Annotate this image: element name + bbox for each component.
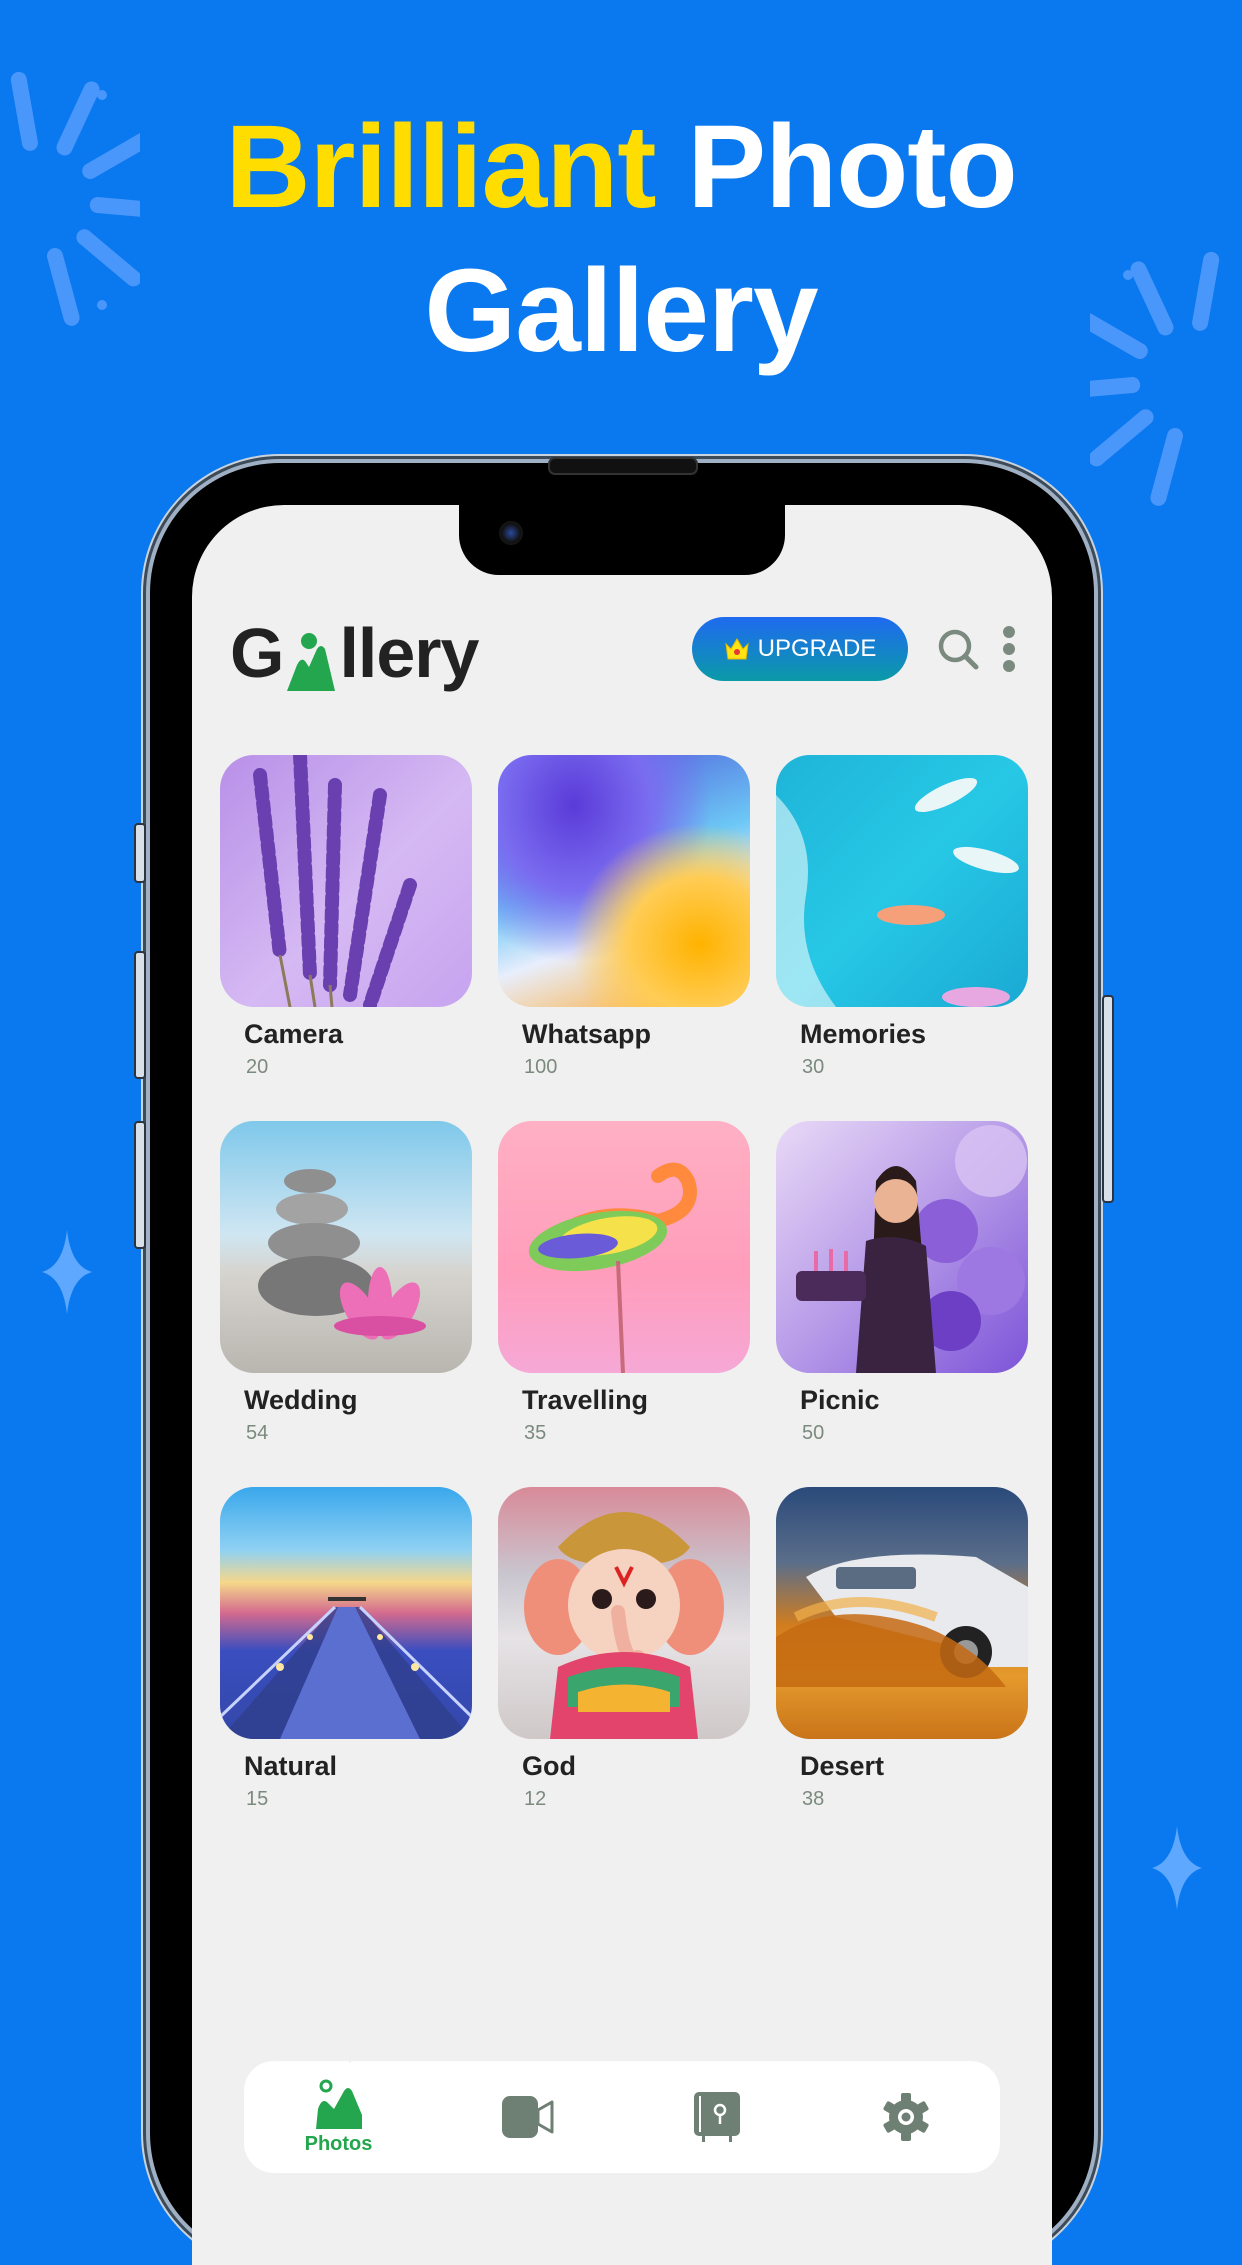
album-thumbnail — [776, 1487, 1028, 1739]
album-card[interactable]: Whatsapp 100 — [498, 755, 750, 1121]
album-name: God — [522, 1751, 576, 1781]
sparkle-decoration — [42, 1230, 92, 1314]
app-logo: G llery — [230, 613, 479, 693]
bottom-navigation: Photos — [244, 2047, 1000, 2173]
logo-prefix: G — [230, 614, 284, 692]
album-count: 35 — [524, 1422, 547, 1444]
nav-tab-videos[interactable] — [468, 2067, 588, 2167]
album-thumbnail — [498, 755, 750, 1007]
mute-switch — [134, 823, 146, 883]
album-card[interactable]: Natural 15 — [220, 1487, 472, 1853]
upgrade-label: UPGRADE — [757, 635, 877, 662]
photos-icon — [315, 2079, 362, 2129]
promo-headline: Brilliant Photo Gallery — [0, 95, 1242, 383]
album-count: 15 — [246, 1788, 269, 1810]
vault-icon — [693, 2092, 740, 2142]
volume-up-button — [134, 951, 146, 1079]
album-card[interactable]: Desert 38 — [776, 1487, 1028, 1853]
nav-label: Photos — [304, 2132, 373, 2155]
album-count: 50 — [802, 1422, 825, 1444]
nav-tab-settings[interactable] — [846, 2067, 966, 2167]
headline-highlight: Brilliant — [225, 101, 656, 233]
search-icon[interactable] — [936, 627, 980, 671]
album-thumbnail — [220, 1487, 472, 1739]
album-thumbnail — [220, 1121, 472, 1373]
album-card[interactable]: Travelling 35 — [498, 1121, 750, 1487]
album-count: 54 — [246, 1422, 269, 1444]
album-card[interactable]: Memories 30 — [776, 755, 1028, 1121]
album-name: Picnic — [800, 1385, 880, 1415]
album-count: 38 — [802, 1788, 825, 1810]
logo-suffix: llery — [339, 614, 479, 692]
notch — [459, 505, 785, 575]
upgrade-button[interactable]: UPGRADE — [692, 617, 908, 681]
album-thumbnail — [776, 1121, 1028, 1373]
nav-tab-photos[interactable]: Photos — [279, 2067, 399, 2167]
album-count: 100 — [524, 1056, 558, 1078]
album-card[interactable]: Wedding 54 — [220, 1121, 472, 1487]
album-count: 20 — [246, 1056, 269, 1078]
sparkle-decoration — [1152, 1826, 1202, 1910]
more-vertical-icon[interactable] — [1002, 625, 1016, 673]
video-icon — [501, 2096, 553, 2138]
album-name: Natural — [244, 1751, 338, 1781]
volume-down-button — [134, 1121, 146, 1249]
album-name: Camera — [244, 1019, 344, 1049]
album-thumbnail — [776, 755, 1028, 1007]
album-thumbnail — [220, 755, 472, 1007]
nav-tab-vault[interactable] — [657, 2067, 777, 2167]
settings-icon — [882, 2093, 929, 2141]
album-card[interactable]: Picnic 50 — [776, 1121, 1028, 1487]
mountain-icon — [287, 633, 336, 691]
active-tab-indicator — [336, 2047, 364, 2063]
album-thumbnail — [498, 1121, 750, 1373]
app-screen: G llery UPGRADE Camera 20 Whatsapp 100 M… — [192, 505, 1052, 2265]
earpiece-speaker — [548, 457, 698, 475]
front-camera — [499, 521, 523, 545]
album-name: Desert — [800, 1751, 885, 1781]
crown-icon — [724, 638, 749, 660]
album-name: Travelling — [522, 1385, 649, 1415]
album-count: 30 — [802, 1056, 825, 1078]
headline-rest: Photo — [687, 101, 1017, 233]
album-name: Whatsapp — [522, 1019, 652, 1049]
headline-line2: Gallery — [424, 245, 818, 377]
album-thumbnail — [498, 1487, 750, 1739]
album-count: 12 — [524, 1788, 547, 1810]
album-name: Wedding — [244, 1385, 358, 1415]
album-card[interactable]: God 12 — [498, 1487, 750, 1853]
album-name: Memories — [800, 1019, 927, 1049]
phone-frame: G llery UPGRADE Camera 20 Whatsapp 100 M… — [134, 457, 1114, 2265]
album-card[interactable]: Camera 20 — [220, 755, 472, 1121]
album-grid: Camera 20 Whatsapp 100 Memories 30 Weddi… — [220, 755, 1030, 1853]
power-button — [1102, 995, 1114, 1203]
